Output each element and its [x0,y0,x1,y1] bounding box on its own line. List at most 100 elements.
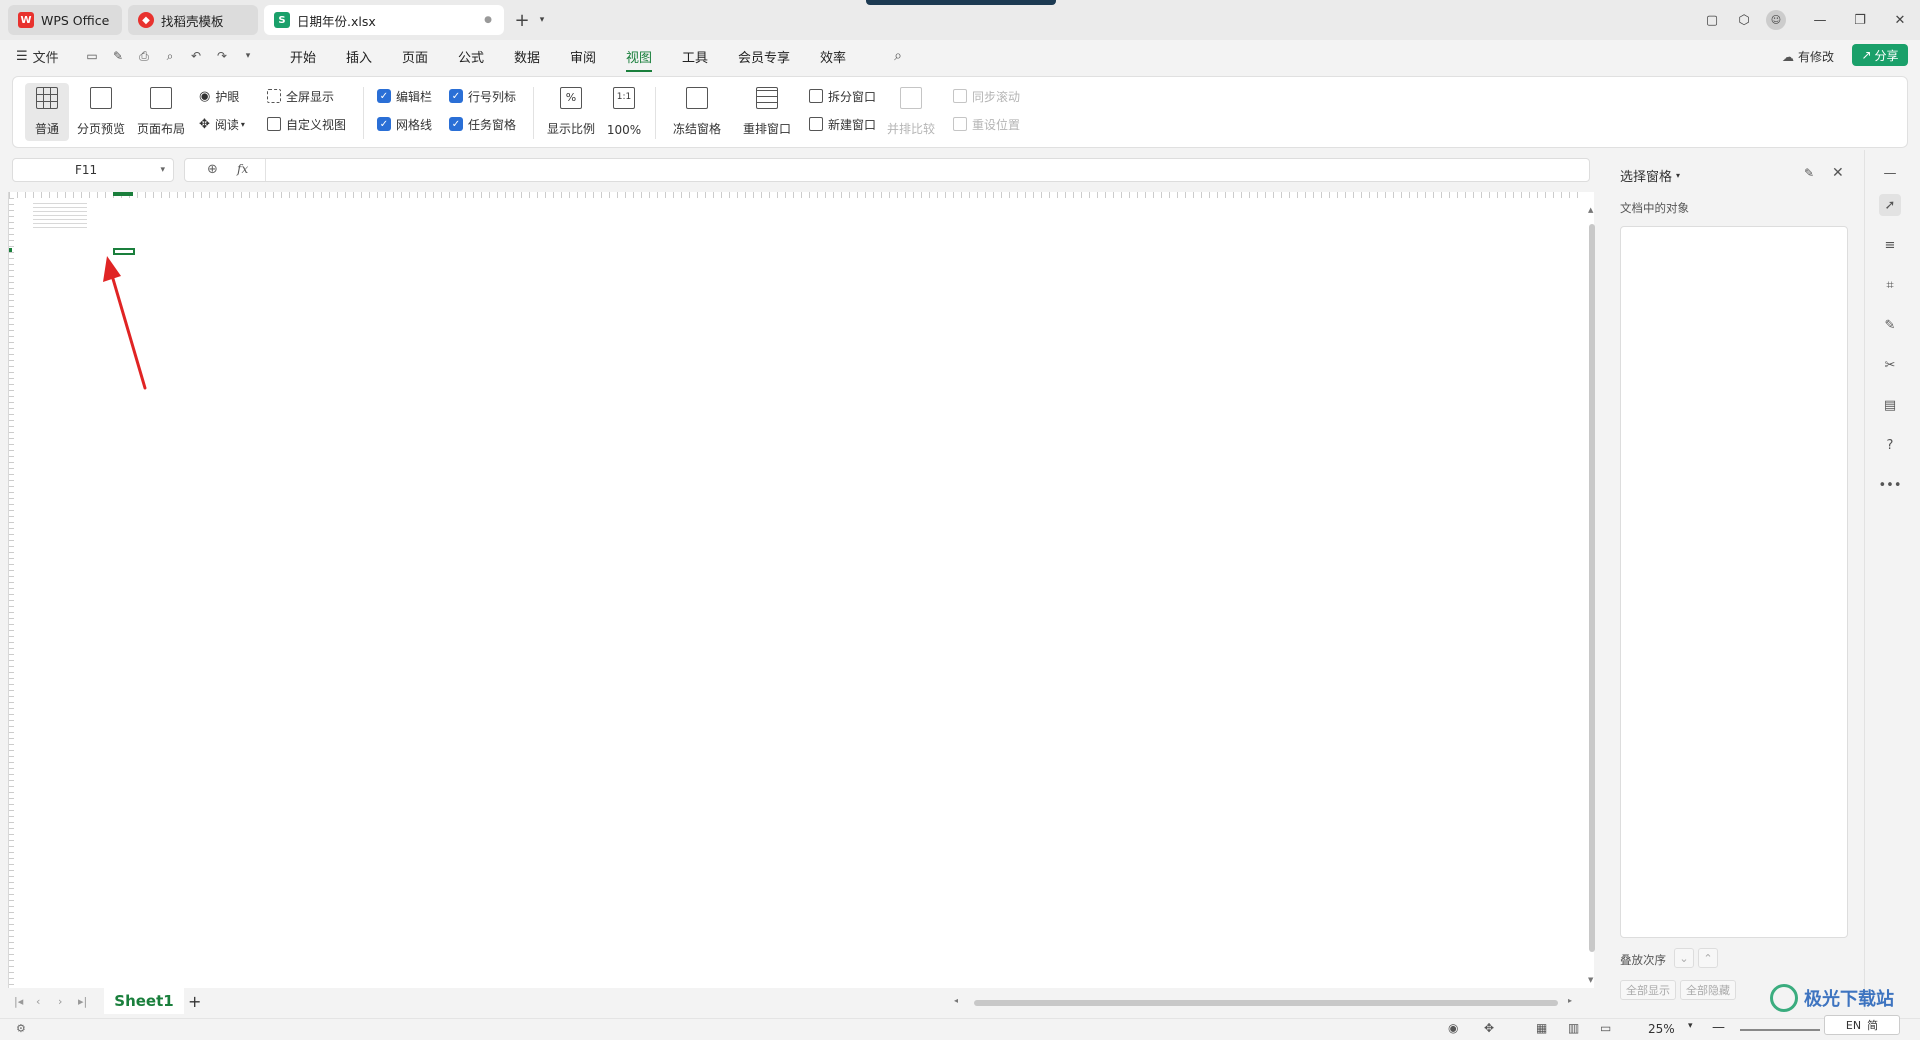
zoom-100-button[interactable]: 1:1 100% [603,83,645,141]
cube-icon[interactable]: ⬡ [1734,10,1754,30]
move-down-button[interactable]: ⌄ [1674,948,1694,968]
show-all-button[interactable]: 全部显示 [1620,980,1676,1000]
gridlines-checkbox[interactable]: ✓ 网格线 [377,115,432,133]
eye-care-button[interactable]: ◉ 护眼 [199,87,239,105]
first-sheet-icon[interactable]: |◂ [14,995,23,1008]
row-col-checkbox[interactable]: ✓ 行号列标 [449,87,516,105]
menu-insert[interactable]: 插入 [346,47,372,66]
page-layout-view-icon[interactable]: ▭ [1600,1021,1611,1035]
edit-chart-icon[interactable]: ✎ [1879,314,1901,336]
new-window-button[interactable]: 新建窗口 [809,115,876,133]
print-icon[interactable]: ⎙ [136,48,152,64]
close-pane-icon[interactable]: ✕ [1832,165,1844,181]
help-icon[interactable]: ? [1879,434,1901,456]
last-sheet-icon[interactable]: ▸| [78,995,87,1008]
pane-title[interactable]: 选择窗格 ▾ [1620,166,1680,185]
sync-scroll-button[interactable]: 同步滚动 [953,87,1020,105]
move-up-button[interactable]: ⌃ [1698,948,1718,968]
file-menu[interactable]: ☰ 文件 [16,47,59,66]
normal-view-icon[interactable]: ▦ [1536,1021,1547,1035]
settings-sliders-icon[interactable]: ≡ [1879,234,1901,256]
horizontal-scroll-thumb[interactable] [974,1000,1558,1006]
split-window-button[interactable]: 拆分窗口 [809,87,876,105]
scroll-right-icon[interactable]: ▸ [1568,996,1572,1005]
menu-view[interactable]: 视图 [626,47,653,72]
arrange-windows-button[interactable]: 重排窗口 [735,83,799,141]
add-sheet-button[interactable]: + [188,992,201,1011]
select-cursor-icon[interactable]: ➚ [1879,194,1901,216]
zoom-slider[interactable] [1740,1029,1820,1031]
tab-list-chevron-icon[interactable]: ▾ [532,10,552,30]
column-header[interactable] [9,192,1585,198]
name-box[interactable]: F11 ▾ [12,158,174,182]
restore-icon[interactable]: ❐ [1850,10,1870,30]
eye-protect-icon[interactable]: ◉ [1448,1021,1458,1035]
more-chevron-icon[interactable]: ▾ [240,48,256,64]
search-icon[interactable]: ⌕ [890,48,906,64]
print-preview-icon[interactable]: ⌕ [162,48,178,64]
macro-icon[interactable]: ⚙ [16,1022,26,1035]
save-icon[interactable]: ▭ [84,48,100,64]
window-layout-icon[interactable]: ▢ [1702,10,1722,30]
task-pane-checkbox[interactable]: ✓ 任务窗格 [449,115,516,133]
row-header[interactable] [9,198,14,988]
zoom-level[interactable]: 25% [1648,1022,1675,1036]
tools-icon[interactable]: ✂ [1879,354,1901,376]
share-button[interactable]: ↗ 分享 [1852,44,1908,66]
scroll-up-icon[interactable]: ▲ [1588,206,1593,214]
prev-sheet-icon[interactable]: ‹ [36,995,40,1008]
close-icon[interactable]: ✕ [1890,10,1910,30]
menu-member[interactable]: 会员专享 [738,47,790,66]
freeze-panes-button[interactable]: 冻结窗格 [665,83,729,141]
tab-current-file[interactable]: S 日期年份.xlsx ● [264,5,504,35]
more-icon[interactable]: ••• [1879,474,1902,496]
menu-start[interactable]: 开始 [290,47,316,66]
next-sheet-icon[interactable]: › [58,995,62,1008]
edit-bar-checkbox[interactable]: ✓ 编辑栏 [377,87,432,105]
fx-icon[interactable]: fx [237,162,248,176]
scroll-down-icon[interactable]: ▼ [1588,976,1593,984]
menu-review[interactable]: 审阅 [570,47,596,66]
pin-icon[interactable]: ✎ [1804,166,1814,180]
object-list[interactable] [1620,226,1848,938]
ime-indicator[interactable]: EN 简 [1824,1015,1900,1035]
menu-page[interactable]: 页面 [402,47,428,66]
tab-docer[interactable]: ◆ 找稻壳模板 [128,5,258,35]
unsaved-dot-icon[interactable]: ● [484,15,492,25]
fullscreen-button[interactable]: 全屏显示 [267,87,334,105]
menu-formula[interactable]: 公式 [458,47,484,66]
unsaved-status[interactable]: ☁ 有修改 [1782,48,1834,65]
zoom-ratio-button[interactable]: % 显示比例 [545,83,597,141]
zoom-chevron-icon[interactable]: ▾ [1688,1021,1693,1031]
page-break-view-icon[interactable]: ▥ [1568,1021,1579,1035]
undo-icon[interactable]: ↶ [188,48,204,64]
minimize-icon[interactable]: — [1810,10,1830,30]
normal-view-button[interactable]: 普通 [25,83,69,141]
reading-button[interactable]: ✥ 阅读 ▾ [199,115,245,133]
redo-icon[interactable]: ↷ [214,48,230,64]
scroll-left-icon[interactable]: ◂ [954,996,958,1005]
reset-position-button[interactable]: 重设位置 [953,115,1020,133]
custom-view-button[interactable]: 自定义视图 [267,115,346,133]
zoom-out-icon[interactable]: — [1712,1020,1725,1035]
menu-efficiency[interactable]: 效率 [820,47,846,66]
crop-icon[interactable]: ⌗ [1879,274,1901,296]
view-mode-icon[interactable]: ✥ [1484,1021,1494,1035]
zoom-search-icon[interactable]: ⊕ [207,162,218,177]
vertical-scrollbar[interactable]: ▲ ▼ [1586,200,1598,990]
format-painter-icon[interactable]: ✎ [110,48,126,64]
sheet-tab-sheet1[interactable]: Sheet1 [104,988,184,1014]
page-break-button[interactable]: 分页预览 [75,83,127,141]
avatar[interactable]: ☺ [1766,10,1786,30]
page-layout-button[interactable]: 页面布局 [135,83,187,141]
menu-data[interactable]: 数据 [514,47,540,66]
drag-handle[interactable] [866,0,1056,5]
side-by-side-button[interactable]: 并排比较 [885,83,937,141]
tab-wps-office[interactable]: W WPS Office [8,5,122,35]
worksheet[interactable] [8,192,1594,988]
book-icon[interactable]: ▤ [1879,394,1901,416]
collapse-icon[interactable]: — [1879,162,1901,184]
new-tab-button[interactable]: + [512,10,532,31]
scroll-thumb[interactable] [1589,224,1595,952]
menu-tools[interactable]: 工具 [682,47,708,66]
